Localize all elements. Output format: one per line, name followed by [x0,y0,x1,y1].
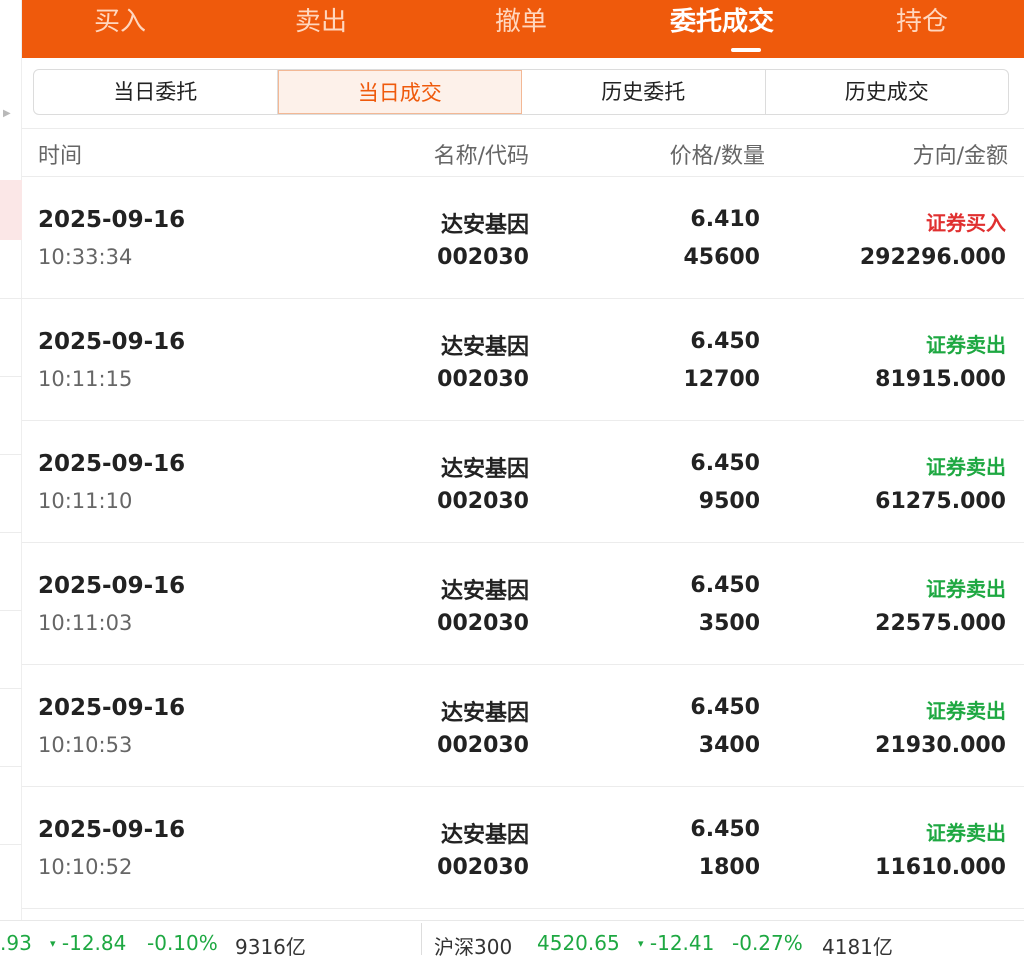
deal-quantity: 3400 [698,733,760,758]
column-name-code: 名称/代码 [433,144,529,169]
deal-direction: 证券卖出 [926,455,1006,479]
deal-direction: 证券卖出 [926,577,1006,601]
deal-direction: 证券卖出 [926,699,1006,723]
stock-name: 达安基因 [440,579,529,604]
index-change-percent: -0.27% [732,931,803,955]
deal-amount: 11610.000 [875,855,1006,880]
table-row[interactable]: 2025-09-16 10:11:03 达安基因 002030 6.450 35… [22,543,1024,665]
deal-date: 2025-09-16 [38,451,186,477]
strip-divider [0,610,22,611]
index-change-percent: -0.10% [147,931,218,955]
index-turnover: 9316亿 [235,935,306,956]
deal-date: 2025-09-16 [38,329,186,355]
selected-row-highlight [0,180,22,240]
deal-price: 6.450 [690,695,760,720]
deal-price: 6.450 [690,817,760,842]
deal-quantity: 9500 [698,489,760,514]
index-name: 沪深300 [434,935,513,956]
strip-divider [0,454,22,455]
deal-date: 2025-09-16 [38,695,186,721]
tab-positions[interactable]: 持仓 [896,4,948,40]
table-row[interactable]: 2025-09-16 10:10:52 达安基因 002030 6.450 18… [22,787,1024,909]
segment-history-orders[interactable]: 历史委托 [522,70,766,114]
record-type-segment: 当日委托 当日成交 历史委托 历史成交 [33,69,1009,115]
stock-code: 002030 [437,245,529,270]
stock-code: 002030 [437,611,529,636]
deal-direction: 证券卖出 [926,821,1006,845]
table-header: 时间 名称/代码 价格/数量 方向/金额 [22,130,1024,176]
deal-date: 2025-09-16 [38,207,186,233]
stock-name: 达安基因 [440,457,529,482]
table-row[interactable]: 2025-09-16 10:33:34 达安基因 002030 6.410 45… [22,177,1024,299]
column-price-qty: 价格/数量 [669,144,765,169]
strip-divider [0,298,22,299]
deal-quantity: 1800 [698,855,760,880]
tab-sell[interactable]: 卖出 [295,4,347,40]
strip-divider [0,688,22,689]
stock-code: 002030 [437,489,529,514]
tab-cancel-order[interactable]: 撤单 [495,4,547,40]
index-change: ▾ -12.41 [638,931,715,955]
stock-name: 达安基因 [440,335,529,360]
column-time: 时间 [38,144,83,169]
deal-amount: 21930.000 [875,733,1006,758]
stock-name: 达安基因 [440,823,529,848]
deal-time: 10:10:53 [38,733,133,757]
stock-code: 002030 [437,733,529,758]
index-value: .93 [0,931,32,955]
index-change: ▾ -12.84 [50,931,127,955]
down-arrow-icon: ▾ [50,937,56,950]
strip-divider [0,766,22,767]
deal-time: 10:10:52 [38,855,133,879]
tab-orders-deals[interactable]: 委托成交 [670,4,774,40]
deal-amount: 81915.000 [875,367,1006,392]
deals-panel: 当日委托 当日成交 历史委托 历史成交 时间 名称/代码 价格/数量 方向/金额… [22,58,1024,920]
down-arrow-icon: ▾ [638,937,644,950]
segment-today-orders[interactable]: 当日委托 [34,70,278,114]
trade-nav-bar: 买入 卖出 撤单 委托成交 持仓 [22,0,1024,58]
deal-time: 10:11:15 [38,367,133,391]
deal-time: 10:11:03 [38,611,133,635]
deal-time: 10:33:34 [38,245,133,269]
deal-amount: 292296.000 [859,245,1006,270]
background-page-strip: ▶ [0,0,22,920]
table-row[interactable]: 2025-09-16 10:10:53 达安基因 002030 6.450 34… [22,665,1024,787]
active-tab-indicator [731,48,761,52]
deal-direction: 证券卖出 [926,333,1006,357]
stock-name: 达安基因 [440,213,529,238]
deal-price: 6.450 [690,573,760,598]
deal-date: 2025-09-16 [38,817,186,843]
deal-date: 2025-09-16 [38,573,186,599]
deal-price: 6.450 [690,451,760,476]
index-value: 4520.65 [537,931,620,955]
deal-time: 10:11:10 [38,489,133,513]
table-row[interactable]: 2025-09-16 10:11:15 达安基因 002030 6.450 12… [22,299,1024,421]
stock-code: 002030 [437,855,529,880]
divider [22,128,1024,129]
column-direction-amount: 方向/金额 [912,144,1008,169]
deal-quantity: 3500 [698,611,760,636]
strip-divider [0,532,22,533]
deal-price: 6.450 [690,329,760,354]
deal-price: 6.410 [690,207,760,232]
stock-code: 002030 [437,367,529,392]
index-turnover: 4181亿 [822,935,893,956]
ticker-divider [421,923,422,955]
market-index-ticker[interactable]: .93 ▾ -12.84 -0.10% 9316亿 沪深300 4520.65 … [0,920,1024,956]
segment-history-deals[interactable]: 历史成交 [766,70,1009,114]
deal-quantity: 12700 [683,367,760,392]
strip-divider [0,844,22,845]
tab-buy[interactable]: 买入 [94,4,146,40]
collapse-arrow-icon[interactable]: ▶ [3,108,11,119]
segment-today-deals[interactable]: 当日成交 [277,70,522,114]
stock-name: 达安基因 [440,701,529,726]
deal-quantity: 45600 [683,245,760,270]
deal-amount: 22575.000 [875,611,1006,636]
deal-direction: 证券买入 [926,211,1006,235]
table-row[interactable]: 2025-09-16 10:11:10 达安基因 002030 6.450 95… [22,421,1024,543]
deal-amount: 61275.000 [875,489,1006,514]
strip-divider [0,376,22,377]
